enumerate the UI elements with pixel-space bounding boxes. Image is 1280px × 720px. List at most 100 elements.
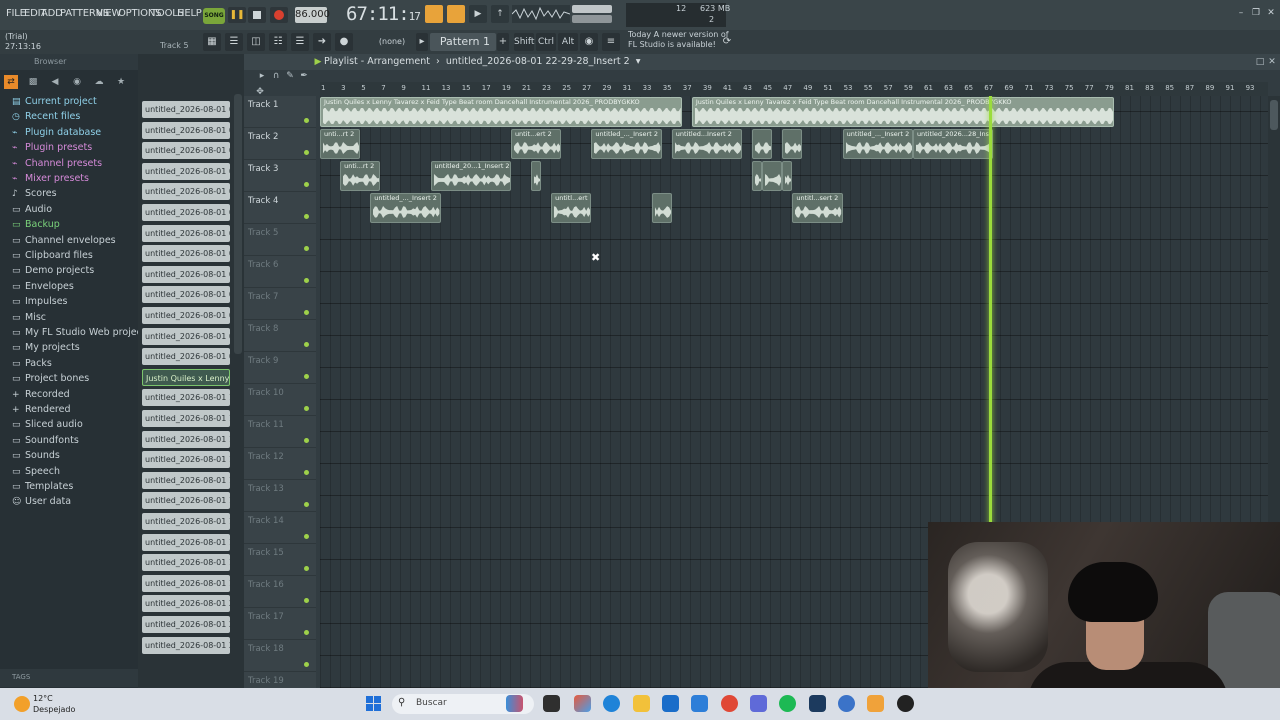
clip-list-item[interactable]: untitled_2026-08-01 02- <box>142 224 230 242</box>
audio-clip[interactable]: untitl...sert 2 <box>792 193 843 223</box>
clip-list-item[interactable]: untitled_2026-08-01 19- <box>142 410 230 427</box>
weather-temperature[interactable]: 12°C <box>33 694 53 703</box>
clip-list-item[interactable]: untitled_2026-08-01 02- <box>142 265 230 283</box>
master-volume-slider[interactable] <box>572 5 612 13</box>
metronome-icon[interactable] <box>425 5 443 23</box>
track-header[interactable]: Track 1 <box>244 96 316 128</box>
audio-clip[interactable]: untitled_20...1_Insert 2 <box>430 161 511 191</box>
track-header[interactable]: Track 18 <box>244 640 316 672</box>
browser-file-icon[interactable]: ▩ <box>26 75 40 89</box>
browser-item[interactable]: ▭ Sliced audio <box>12 419 83 430</box>
clip-list-item[interactable]: untitled_2026-08-01 02- <box>142 348 230 366</box>
audio-clip[interactable]: untitl...ert 2 <box>551 193 592 223</box>
snap-selector[interactable]: (none) <box>368 35 416 49</box>
audio-clip[interactable] <box>782 161 793 191</box>
clip-list-item[interactable]: untitled_2026-08-01 19- <box>142 389 230 407</box>
online-icon[interactable]: ◉ <box>580 33 598 51</box>
browser-item[interactable]: ▭ Misc <box>12 312 46 323</box>
clip-list-item[interactable]: untitled_2026-08-01 02- <box>142 162 230 180</box>
clip-list-item[interactable]: untitled_2026-08-01 19- <box>142 533 230 551</box>
track-mute-led[interactable] <box>304 342 309 347</box>
browser-item[interactable]: ⌁ Plugin database <box>12 127 101 138</box>
microphone-icon[interactable]: ● <box>335 33 353 51</box>
obs-icon[interactable] <box>897 695 914 712</box>
track-mute-led[interactable] <box>304 182 309 187</box>
task-view-icon[interactable] <box>543 695 560 712</box>
clip-list-item[interactable]: untitled_2026-08-01 19- <box>142 471 230 489</box>
restore-icon[interactable]: ❐ <box>1251 8 1261 18</box>
clip-list-item[interactable]: untitled_2026-08-01 02- <box>142 142 230 160</box>
spotify-icon[interactable] <box>779 695 796 712</box>
edge-icon[interactable] <box>603 695 620 712</box>
alt-modifier-button[interactable]: Alt <box>558 33 578 51</box>
copilot-icon[interactable] <box>574 695 591 712</box>
clip-list-item[interactable]: untitled_2026-08-01 19- <box>142 430 230 448</box>
playlist-close-icon[interactable]: ✕ <box>1266 56 1278 68</box>
clip-list-item[interactable]: untitled_2026-08-01 02- <box>142 183 230 201</box>
track-header[interactable]: Track 2 <box>244 128 316 160</box>
browser-back-icon[interactable]: ◀ <box>48 75 62 89</box>
browser-item[interactable]: ▭ Impulses <box>12 296 68 307</box>
track-mute-led[interactable] <box>304 406 309 411</box>
track-header[interactable]: Track 13 <box>244 480 316 512</box>
channel-rack-icon[interactable]: ◫ <box>247 33 265 51</box>
browser-item[interactable]: ▭ My FL Studio Web projects <box>12 327 151 338</box>
audio-clip[interactable]: Justin Quiles x Lenny Tavarez x Feid Typ… <box>320 97 682 127</box>
magnet-icon[interactable]: ∩ <box>270 70 282 82</box>
song-mode-toggle[interactable]: SONG <box>203 8 225 24</box>
playlist-maximize-icon[interactable]: □ <box>1254 56 1266 68</box>
track-mute-led[interactable] <box>304 246 309 251</box>
shift-modifier-button[interactable]: Shift <box>514 33 534 51</box>
ctrl-modifier-button[interactable]: Ctrl <box>536 33 556 51</box>
discord-icon[interactable] <box>750 695 767 712</box>
browser-item[interactable]: ▭ Packs <box>12 358 52 369</box>
stop-button[interactable] <box>248 7 266 23</box>
mixer-icon[interactable]: ☷ <box>269 33 287 51</box>
audio-clip[interactable] <box>651 193 672 223</box>
playlist-play-icon[interactable]: ▶ <box>312 56 324 68</box>
browser-item[interactable]: ▭ Speech <box>12 466 60 477</box>
browser-item[interactable]: ▭ Clipboard files <box>12 250 93 261</box>
pencil-icon[interactable]: ✎ <box>284 70 296 82</box>
browser-item[interactable]: ◷ Recent files <box>12 111 80 122</box>
track-header[interactable]: Track 6 <box>244 256 316 288</box>
track-mute-led[interactable] <box>304 598 309 603</box>
minimize-icon[interactable]: – <box>1236 8 1246 18</box>
browser-item[interactable]: ▤ Current project <box>12 96 97 107</box>
clip-list-item[interactable]: untitled_2026-08-01 02- <box>142 327 230 345</box>
clip-list-item[interactable]: untitled_2026-08-01 21- <box>142 595 230 613</box>
browser-item[interactable]: ▭ Envelopes <box>12 281 74 292</box>
track-header[interactable]: Track 12 <box>244 448 316 480</box>
playlist-icon[interactable]: ▦ <box>203 33 221 51</box>
pattern-prev-icon[interactable]: ▸ <box>416 33 428 51</box>
track-header[interactable]: Track 11 <box>244 416 316 448</box>
blend-recording-icon[interactable]: ↑ <box>491 5 509 23</box>
track-mute-led[interactable] <box>304 438 309 443</box>
clip-list-item[interactable]: untitled_2026-08-01 02- <box>142 204 230 221</box>
audio-clip[interactable]: untitled_..._Insert 2 <box>370 193 441 223</box>
track-header[interactable]: Track 7 <box>244 288 316 320</box>
browser-item[interactable]: ⌁ Channel presets <box>12 158 102 169</box>
tempo-display[interactable]: 86.000 <box>295 7 330 23</box>
track-mute-led[interactable] <box>304 502 309 507</box>
browser-item[interactable]: ⌁ Plugin presets <box>12 142 92 153</box>
browser-item[interactable]: ▭ Sounds <box>12 450 60 461</box>
track-mute-led[interactable] <box>304 118 309 123</box>
clip-list-item[interactable]: untitled_2026-08-01 02- <box>142 101 230 118</box>
clip-list-item[interactable]: untitled_2026-08-01 19- <box>142 513 230 530</box>
plugin-picker-icon[interactable]: ☰ <box>291 33 309 51</box>
track-header[interactable]: Track 15 <box>244 544 316 576</box>
track-mute-led[interactable] <box>304 662 309 667</box>
pattern-selector[interactable]: Pattern 1 <box>430 33 496 51</box>
track-mute-led[interactable] <box>304 374 309 379</box>
clip-list-item[interactable]: untitled_2026-08-01 02- <box>142 121 230 139</box>
playlist-scrollbar-thumb[interactable] <box>1270 100 1278 130</box>
track-mute-led[interactable] <box>304 278 309 283</box>
weather-icon[interactable] <box>14 696 30 712</box>
file-explorer-icon[interactable] <box>633 695 650 712</box>
audio-clip[interactable]: untitled_..._Insert 2 <box>842 129 913 159</box>
steam-icon[interactable] <box>809 695 826 712</box>
track-mute-led[interactable] <box>304 566 309 571</box>
piano-roll-icon[interactable]: ☰ <box>225 33 243 51</box>
browser-item[interactable]: ♪ Scores <box>12 188 57 199</box>
